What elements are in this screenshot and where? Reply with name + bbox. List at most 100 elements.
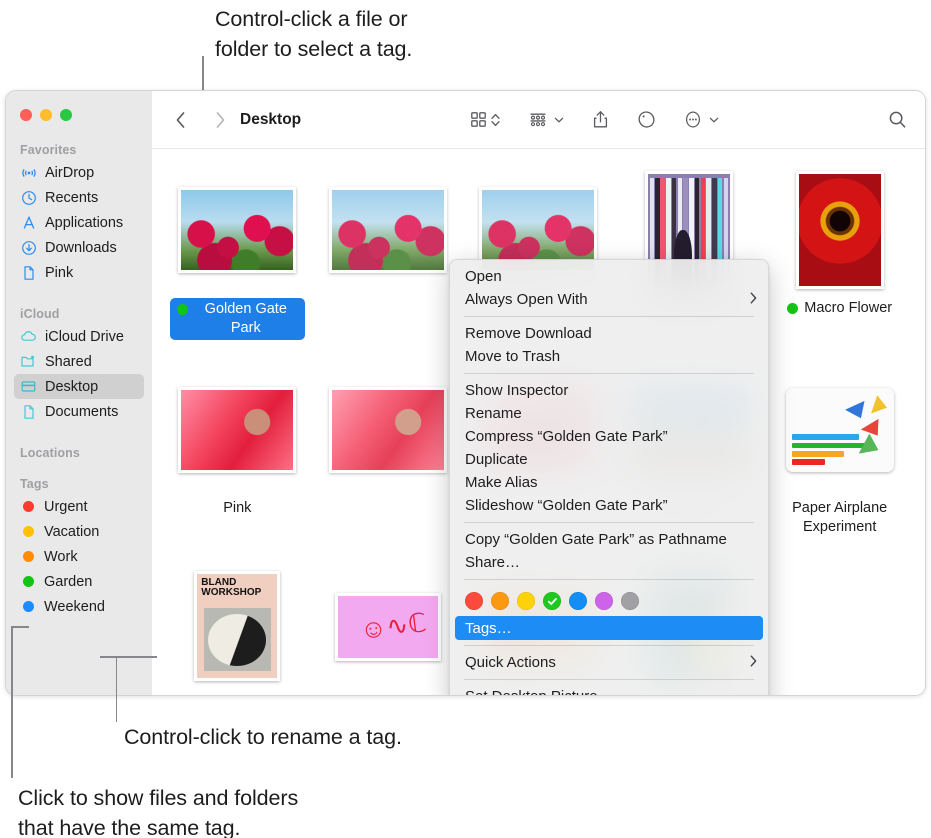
menu-item-slideshow[interactable]: Slideshow “Golden Gate Park” <box>450 494 768 517</box>
chevron-down-icon[interactable] <box>554 116 564 124</box>
menu-item-always-open-with[interactable]: Always Open With <box>450 288 768 311</box>
finder-window: Favorites AirDrop Recents Applications D… <box>5 90 926 696</box>
file-label[interactable]: Macro Flower <box>782 298 897 319</box>
chevron-down-icon[interactable] <box>709 116 719 124</box>
sidebar-tag-garden[interactable]: Garden <box>14 569 144 594</box>
sidebar-item-recents[interactable]: Recents <box>14 185 144 210</box>
cloud-icon <box>20 328 37 345</box>
icon-view-icon[interactable] <box>470 111 487 128</box>
chevron-right-icon <box>750 292 757 307</box>
checkmark-icon <box>543 592 561 610</box>
sidebar-item-applications[interactable]: Applications <box>14 210 144 235</box>
swatch-yellow[interactable] <box>517 592 535 610</box>
sidebar-item-icloud-drive[interactable]: iCloud Drive <box>14 324 144 349</box>
file-label[interactable]: Golden Gate Park <box>169 298 305 340</box>
menu-item-label: Tags… <box>465 619 512 637</box>
view-switcher[interactable] <box>470 111 501 129</box>
airdrop-icon <box>20 164 37 181</box>
close-button[interactable] <box>20 109 32 121</box>
swatch-purple[interactable] <box>595 592 613 610</box>
menu-item-label: Make Alias <box>465 474 538 491</box>
menu-item-label: Open <box>465 268 502 285</box>
thumbnail <box>785 388 894 472</box>
callout-top: Control-click a file or folder to select… <box>215 7 413 61</box>
downloads-icon <box>20 239 37 256</box>
file-item-macro-flower[interactable]: Macro Flower <box>764 163 915 363</box>
menu-item-share[interactable]: Share… <box>450 551 768 574</box>
menu-separator <box>464 579 754 580</box>
menu-separator <box>464 316 754 317</box>
menu-item-set-desktop-picture[interactable]: Set Desktop Picture <box>450 685 768 695</box>
menu-item-make-alias[interactable]: Make Alias <box>450 471 768 494</box>
menu-item-copy-as-pathname[interactable]: Copy “Golden Gate Park” as Pathname <box>450 528 768 551</box>
sidebar-section-locations-header: Locations <box>20 446 80 460</box>
swatch-blue[interactable] <box>569 592 587 610</box>
group-by-icon[interactable] <box>529 111 547 128</box>
file-item-paper-airplane-experiment[interactable]: Paper Airplane Experiment <box>764 363 915 563</box>
sidebar-item-documents[interactable]: Documents <box>14 399 144 424</box>
file-item-bland-workshop[interactable]: BLAND WORKSHOP <box>162 563 313 695</box>
more-actions-button[interactable] <box>684 110 719 129</box>
swatch-red[interactable] <box>465 592 483 610</box>
menu-item-open[interactable]: Open <box>450 265 768 288</box>
menu-item-show-inspector[interactable]: Show Inspector <box>450 379 768 402</box>
sidebar-item-label: Applications <box>45 214 124 231</box>
back-button[interactable] <box>166 106 194 134</box>
sidebar-item-pink[interactable]: Pink <box>14 260 144 285</box>
sidebar-tag-work[interactable]: Work <box>14 544 144 569</box>
tag-color-swatches[interactable] <box>450 585 768 616</box>
file-label[interactable]: Pink <box>218 498 256 519</box>
up-down-chevron-icon[interactable] <box>490 111 501 129</box>
menu-item-label: Remove Download <box>465 325 592 342</box>
file-item-hidden-a[interactable] <box>313 163 464 363</box>
file-item-hidden-c[interactable] <box>313 363 464 563</box>
file-label[interactable]: Paper Airplane Experiment <box>772 498 907 538</box>
minimize-button[interactable] <box>40 109 52 121</box>
context-menu[interactable]: Open Always Open With Remove Download Mo… <box>449 259 769 695</box>
thumbnail <box>328 187 447 273</box>
sidebar-item-airdrop[interactable]: AirDrop <box>14 160 144 185</box>
file-name: Golden Gate Park <box>204 301 287 336</box>
menu-item-quick-actions[interactable]: Quick Actions <box>450 651 768 674</box>
menu-separator <box>464 645 754 646</box>
forward-button[interactable] <box>206 106 234 134</box>
menu-separator <box>464 679 754 680</box>
tag-color-dot <box>787 303 799 314</box>
chevron-right-icon <box>750 655 757 670</box>
file-item-doodle[interactable]: ☺∿ℂ <box>313 563 464 695</box>
tag-color-dot <box>23 501 34 512</box>
path-title: Desktop <box>240 110 302 128</box>
menu-item-label: Slideshow “Golden Gate Park” <box>465 497 668 514</box>
callout-middle: Control-click to rename a tag. <box>124 725 402 749</box>
share-icon[interactable] <box>592 110 609 129</box>
menu-item-duplicate[interactable]: Duplicate <box>450 448 768 471</box>
sidebar-section-icloud-header: iCloud <box>20 307 60 321</box>
swatch-orange[interactable] <box>491 592 509 610</box>
menu-item-rename[interactable]: Rename <box>450 402 768 425</box>
thumbnail <box>178 187 297 273</box>
file-name: Pink <box>223 500 252 516</box>
more-ellipsis-icon[interactable] <box>684 110 702 129</box>
menu-item-remove-download[interactable]: Remove Download <box>450 322 768 345</box>
menu-item-compress[interactable]: Compress “Golden Gate Park” <box>450 425 768 448</box>
file-item-golden-gate-park[interactable]: Golden Gate Park <box>162 163 313 363</box>
sidebar-item-desktop[interactable]: Desktop <box>14 374 144 399</box>
menu-item-label: Always Open With <box>465 291 588 308</box>
sidebar-tag-vacation[interactable]: Vacation <box>14 519 144 544</box>
menu-item-move-to-trash[interactable]: Move to Trash <box>450 345 768 368</box>
swatch-gray[interactable] <box>621 592 639 610</box>
sidebar-tag-urgent[interactable]: Urgent <box>14 494 144 519</box>
file-item-pink[interactable]: Pink <box>162 363 313 563</box>
toolbar: Desktop <box>152 91 925 149</box>
sidebar-tag-weekend[interactable]: Weekend <box>14 594 144 619</box>
tag-icon[interactable] <box>637 110 656 129</box>
menu-item-tags[interactable]: Tags… <box>455 616 763 640</box>
sidebar-item-shared[interactable]: Shared <box>14 349 144 374</box>
group-by-button[interactable] <box>529 111 564 128</box>
swatch-green[interactable] <box>543 592 561 610</box>
zoom-button[interactable] <box>60 109 72 121</box>
document-icon <box>20 403 37 420</box>
sidebar-item-downloads[interactable]: Downloads <box>14 235 144 260</box>
search-icon[interactable] <box>888 110 907 129</box>
leader-line-garden-h <box>100 656 157 658</box>
